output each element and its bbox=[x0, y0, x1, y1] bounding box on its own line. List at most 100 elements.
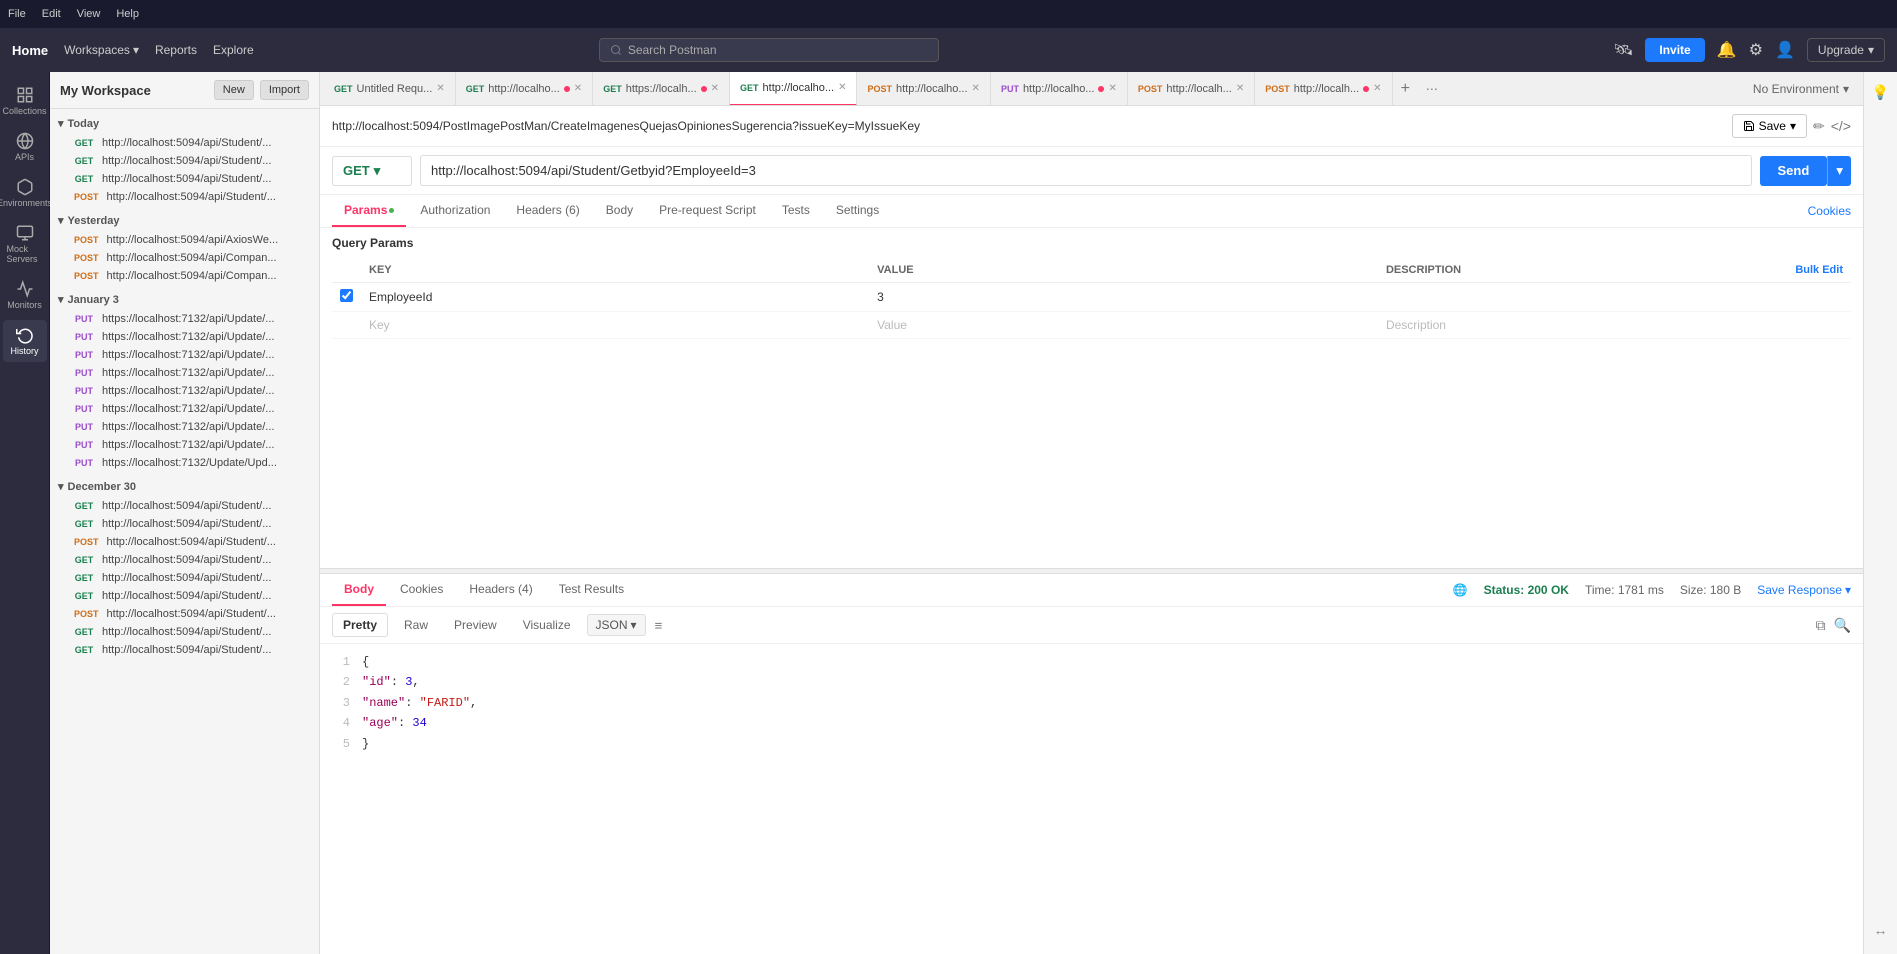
environment-select[interactable]: No Environment ▾ bbox=[1743, 82, 1859, 96]
search-response-button[interactable]: 🔍 bbox=[1834, 617, 1851, 634]
menu-file[interactable]: File bbox=[8, 8, 26, 20]
request-tab[interactable]: Headers (6) bbox=[504, 195, 591, 227]
response-format-tab[interactable]: Raw bbox=[394, 614, 438, 636]
settings-icon[interactable]: ⚙ bbox=[1749, 40, 1763, 60]
response-format-tab[interactable]: Pretty bbox=[332, 613, 388, 637]
code-button[interactable]: </> bbox=[1831, 118, 1851, 134]
tab-close-button[interactable]: ✕ bbox=[838, 82, 846, 93]
history-item[interactable]: POST http://localhost:5094/api/Student/.… bbox=[50, 188, 319, 206]
tab-item[interactable]: GET http://localho... ✕ bbox=[456, 72, 593, 106]
request-tab[interactable]: Pre-request Script bbox=[647, 195, 768, 227]
right-icon-2[interactable]: ↔ bbox=[1870, 918, 1892, 942]
request-tab[interactable]: Body bbox=[594, 195, 645, 227]
method-select[interactable]: GET ▾ bbox=[332, 156, 412, 186]
nav-workspaces[interactable]: Workspaces ▾ bbox=[64, 43, 139, 57]
history-item[interactable]: POST http://localhost:5094/api/AxiosWe..… bbox=[50, 231, 319, 249]
tab-item[interactable]: GET Untitled Requ... ✕ bbox=[324, 72, 456, 106]
cookies-link[interactable]: Cookies bbox=[1808, 204, 1851, 218]
tab-item[interactable]: POST http://localho... ✕ bbox=[857, 72, 990, 106]
sidebar-item-mock-servers[interactable]: Mock Servers bbox=[3, 218, 47, 270]
sidebar-item-monitors[interactable]: Monitors bbox=[3, 274, 47, 316]
param-key-input[interactable] bbox=[369, 318, 861, 332]
sidebar-item-history[interactable]: History bbox=[3, 320, 47, 362]
bulk-edit-button[interactable]: Bulk Edit bbox=[1795, 264, 1843, 276]
request-tab[interactable]: Settings bbox=[824, 195, 891, 227]
edit-button[interactable]: ✏ bbox=[1813, 118, 1825, 135]
format-select[interactable]: JSON ▾ bbox=[587, 614, 646, 636]
tab-item[interactable]: POST http://localh... ✕ bbox=[1128, 72, 1255, 106]
history-item[interactable]: GET http://localhost:5094/api/Student/..… bbox=[50, 515, 319, 533]
tab-close-button[interactable]: ✕ bbox=[711, 83, 719, 94]
response-format-tab[interactable]: Preview bbox=[444, 614, 507, 636]
history-item[interactable]: GET http://localhost:5094/api/Student/..… bbox=[50, 587, 319, 605]
satellite-icon[interactable]: 🛰 bbox=[1613, 40, 1633, 60]
history-item[interactable]: PUT https://localhost:7132/api/Update/..… bbox=[50, 382, 319, 400]
param-checkbox[interactable] bbox=[340, 289, 353, 302]
param-description-input[interactable] bbox=[1386, 318, 1779, 332]
history-group-header[interactable]: ▾December 30 bbox=[50, 476, 319, 497]
history-item[interactable]: GET http://localhost:5094/api/Student/..… bbox=[50, 134, 319, 152]
history-item[interactable]: PUT https://localhost:7132/api/Update/..… bbox=[50, 310, 319, 328]
invite-button[interactable]: Invite bbox=[1645, 38, 1704, 62]
add-tab-button[interactable]: + bbox=[1393, 80, 1418, 98]
tab-item[interactable]: GET https://localh... ✕ bbox=[593, 72, 730, 106]
history-item[interactable]: POST http://localhost:5094/api/Student/.… bbox=[50, 533, 319, 551]
param-value-input[interactable] bbox=[877, 290, 1370, 304]
history-item[interactable]: GET http://localhost:5094/api/Student/..… bbox=[50, 551, 319, 569]
history-group-header[interactable]: ▾January 3 bbox=[50, 289, 319, 310]
tab-close-button[interactable]: ✕ bbox=[1373, 83, 1381, 94]
tab-item[interactable]: PUT http://localho... ✕ bbox=[991, 72, 1128, 106]
wrap-button[interactable]: ≡ bbox=[652, 615, 666, 636]
nav-explore[interactable]: Explore bbox=[213, 43, 254, 57]
import-button[interactable]: Import bbox=[260, 80, 309, 100]
nav-home[interactable]: Home bbox=[12, 43, 48, 58]
tab-close-button[interactable]: ✕ bbox=[1108, 83, 1116, 94]
request-tab[interactable]: Authorization bbox=[408, 195, 502, 227]
tab-item[interactable]: GET http://localho... ✕ bbox=[730, 72, 857, 106]
history-group-header[interactable]: ▾Yesterday bbox=[50, 210, 319, 231]
request-tab[interactable]: Params bbox=[332, 195, 406, 227]
history-item[interactable]: GET http://localhost:5094/api/Student/..… bbox=[50, 152, 319, 170]
history-item[interactable]: PUT https://localhost:7132/api/Update/..… bbox=[50, 328, 319, 346]
sidebar-item-environments[interactable]: Environments bbox=[3, 172, 47, 214]
tab-close-button[interactable]: ✕ bbox=[1236, 83, 1244, 94]
history-item[interactable]: PUT https://localhost:7132/api/Update/..… bbox=[50, 346, 319, 364]
sidebar-item-apis[interactable]: APIs bbox=[3, 126, 47, 168]
history-item[interactable]: PUT https://localhost:7132/api/Update/..… bbox=[50, 400, 319, 418]
response-tab[interactable]: Test Results bbox=[547, 574, 636, 606]
history-item[interactable]: GET http://localhost:5094/api/Student/..… bbox=[50, 641, 319, 659]
upgrade-button[interactable]: Upgrade ▾ bbox=[1807, 38, 1885, 62]
search-bar[interactable]: Search Postman bbox=[599, 38, 939, 62]
history-item[interactable]: GET http://localhost:5094/api/Student/..… bbox=[50, 497, 319, 515]
sidebar-item-collections[interactable]: Collections bbox=[3, 80, 47, 122]
history-item[interactable]: GET http://localhost:5094/api/Student/..… bbox=[50, 170, 319, 188]
menu-edit[interactable]: Edit bbox=[42, 8, 61, 20]
param-description-input[interactable] bbox=[1386, 290, 1779, 304]
request-tab[interactable]: Tests bbox=[770, 195, 822, 227]
response-tab[interactable]: Body bbox=[332, 574, 386, 606]
tab-close-button[interactable]: ✕ bbox=[436, 83, 444, 94]
history-group-header[interactable]: ▾Today bbox=[50, 113, 319, 134]
menu-view[interactable]: View bbox=[77, 8, 101, 20]
history-item[interactable]: PUT https://localhost:7132/api/Update/..… bbox=[50, 436, 319, 454]
response-tab[interactable]: Headers (4) bbox=[457, 574, 544, 606]
right-icon-1[interactable]: 💡 bbox=[1868, 80, 1893, 105]
user-avatar[interactable]: 👤 bbox=[1775, 40, 1795, 60]
history-item[interactable]: POST http://localhost:5094/api/Student/.… bbox=[50, 605, 319, 623]
new-button[interactable]: New bbox=[214, 80, 254, 100]
tab-close-button[interactable]: ✕ bbox=[574, 83, 582, 94]
history-item[interactable]: GET http://localhost:5094/api/Student/..… bbox=[50, 623, 319, 641]
tab-close-button[interactable]: ✕ bbox=[972, 83, 980, 94]
history-item[interactable]: PUT https://localhost:7132/Update/Upd... bbox=[50, 454, 319, 472]
save-button[interactable]: Save ▾ bbox=[1732, 114, 1807, 138]
history-item[interactable]: PUT https://localhost:7132/api/Update/..… bbox=[50, 364, 319, 382]
param-value-input[interactable] bbox=[877, 318, 1370, 332]
send-arrow-button[interactable]: ▾ bbox=[1827, 156, 1851, 186]
copy-response-button[interactable]: ⧉ bbox=[1816, 617, 1826, 634]
history-item[interactable]: GET http://localhost:5094/api/Student/..… bbox=[50, 569, 319, 587]
notification-icon[interactable]: 🔔 bbox=[1717, 40, 1737, 60]
nav-reports[interactable]: Reports bbox=[155, 43, 197, 57]
history-item[interactable]: POST http://localhost:5094/api/Compan... bbox=[50, 249, 319, 267]
history-item[interactable]: POST http://localhost:5094/api/Compan... bbox=[50, 267, 319, 285]
response-format-tab[interactable]: Visualize bbox=[513, 614, 581, 636]
